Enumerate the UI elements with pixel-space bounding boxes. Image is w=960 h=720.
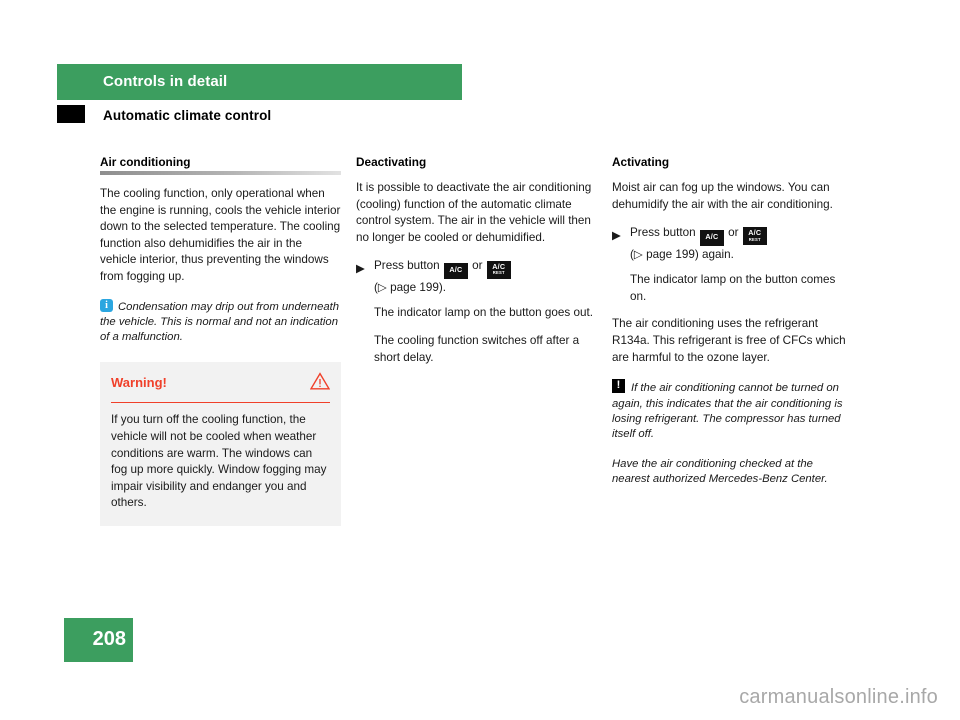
right-results: The indicator lamp on the button comes o… <box>630 272 853 305</box>
ac-button-key: A/C <box>699 230 724 247</box>
warning-body-text: If you turn off the cooling function, th… <box>111 413 327 510</box>
site-watermark: carmanualsonline.info <box>739 686 938 708</box>
right-column-heading: Activating <box>612 155 670 169</box>
step-instruction-line: Press button A/C or A/C REST <box>374 257 597 280</box>
ac-button-key: A/C <box>443 263 468 280</box>
step-page-reference[interactable]: (▷ page 199) again. <box>630 246 853 263</box>
caution-note-secondary: Have the air conditioning checked at the… <box>612 457 853 488</box>
middle-paragraph-1: It is possible to deactivate the air con… <box>356 181 592 244</box>
middle-column-heading: Deactivating <box>356 155 427 169</box>
ac-rest-key-main: A/C <box>748 228 762 238</box>
ac-rest-key-sub: REST <box>748 237 761 243</box>
exclamation-box-icon <box>612 378 625 394</box>
warning-box: Warning! If you turn off the cooling fun… <box>100 361 341 526</box>
right-paragraph-2: The air conditioning uses the refrigeran… <box>612 317 846 364</box>
chapter-title: Controls in detail <box>103 73 228 90</box>
caution-note-text: If the air conditioning cannot be turned… <box>612 382 843 441</box>
ac-rest-key-main: A/C <box>492 261 506 271</box>
right-step: ▶ Press button A/C or A/C REST (▷ page 1… <box>612 224 853 263</box>
column-left: Air conditioning The cooling function, o… <box>100 155 341 526</box>
step-bullet-marker: ▶ <box>356 262 365 276</box>
right-result-1: The indicator lamp on the button comes o… <box>630 273 836 303</box>
step-page-reference[interactable]: (▷ page 199). <box>374 279 597 296</box>
heading-rule <box>100 171 341 175</box>
manual-page: Controls in detail Automatic climate con… <box>0 0 960 720</box>
ac-rest-button-key: A/C REST <box>486 260 511 279</box>
step-body: Press button A/C or A/C REST (▷ page 199… <box>374 257 597 296</box>
middle-result-1: The indicator lamp on the button goes ou… <box>374 306 593 320</box>
step-conjunction: or <box>728 226 739 240</box>
middle-step: ▶ Press button A/C or A/C REST (▷ page 1… <box>356 257 597 296</box>
caution-note: If the air conditioning cannot be turned… <box>612 377 853 443</box>
step-text-before: Press button <box>374 259 440 273</box>
middle-result-2: The cooling function switches off after … <box>374 333 580 364</box>
right-paragraph-1: Moist air can fog up the windows. You ca… <box>612 181 833 211</box>
warning-header: Warning! <box>111 372 331 404</box>
info-note-text: Condensation may drip out from underneat… <box>100 300 340 344</box>
column-middle: Deactivating It is possible to deactivat… <box>356 155 597 377</box>
left-paragraph-1: The cooling function, only operational w… <box>100 187 341 283</box>
step-conjunction: or <box>472 259 483 273</box>
section-title: Automatic climate control <box>103 108 272 123</box>
info-note: Condensation may drip out from underneat… <box>100 297 341 346</box>
section-marker-square <box>57 105 85 123</box>
ac-rest-button-key: A/C REST <box>742 227 767 246</box>
step-instruction-line: Press button A/C or A/C REST <box>630 224 853 247</box>
warning-triangle-icon <box>309 372 331 396</box>
step-body: Press button A/C or A/C REST (▷ page 199… <box>630 224 853 263</box>
info-icon <box>100 298 113 313</box>
column-right: Activating Moist air can fog up the wind… <box>612 155 853 502</box>
middle-results: The indicator lamp on the button goes ou… <box>374 305 597 366</box>
heading-spacer <box>612 171 853 180</box>
ac-rest-key-sub: REST <box>492 270 505 276</box>
step-bullet-marker: ▶ <box>612 229 621 243</box>
page-number: 208 <box>92 628 126 650</box>
caution-note-text-2: Have the air conditioning checked at the… <box>612 457 828 486</box>
left-column-heading: Air conditioning <box>100 155 191 169</box>
heading-spacer <box>356 171 597 180</box>
warning-title: Warning! <box>111 375 167 391</box>
step-text-before: Press button <box>630 226 696 240</box>
